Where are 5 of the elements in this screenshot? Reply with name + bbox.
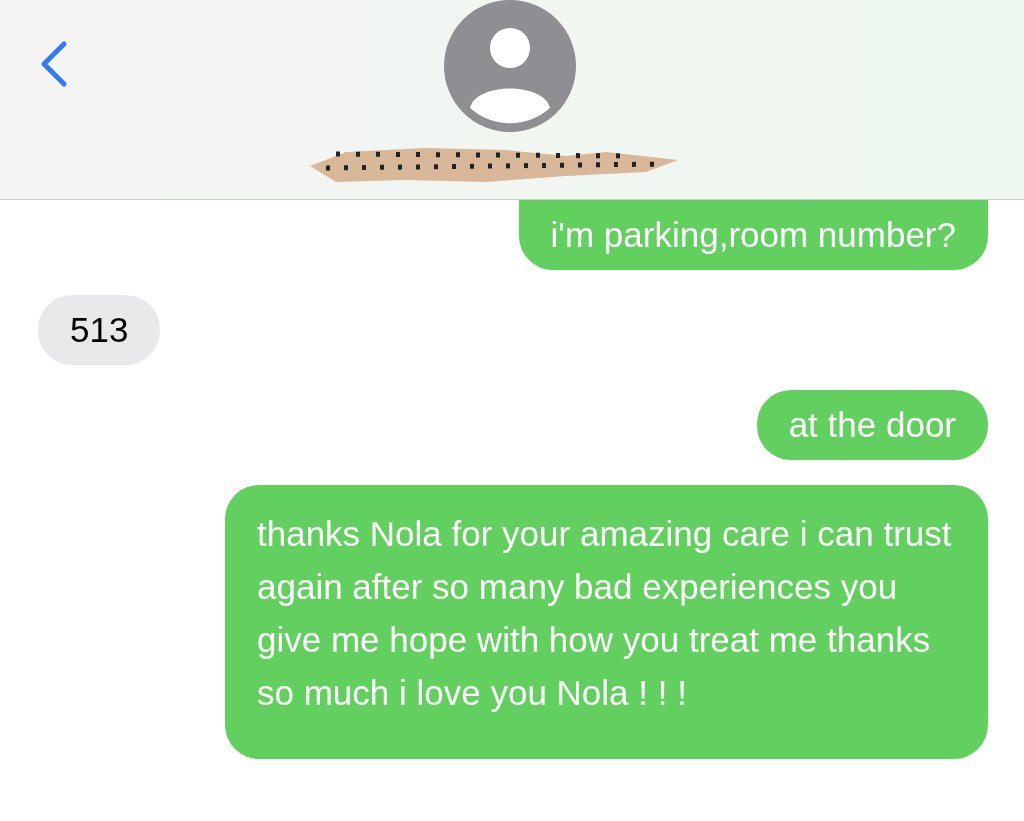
message-bubble: at the door (756, 390, 988, 460)
message-bubble: thanks Nola for your amazing care i can trust again after so many bad experiences you give me hope with how you treat me thanks so much i love you Nola ! ! ! (225, 485, 988, 759)
message-bubble: i'm parking,room number? (518, 200, 988, 270)
avatar-icon[interactable] (444, 0, 576, 132)
message-bubble: 513 (38, 295, 161, 365)
